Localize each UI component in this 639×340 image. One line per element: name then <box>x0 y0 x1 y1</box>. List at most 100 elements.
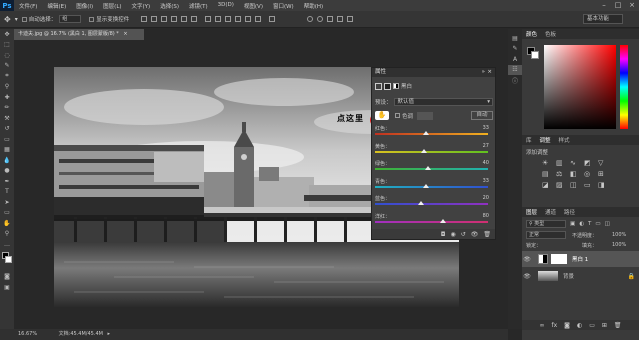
tab-channels[interactable]: 通道 <box>541 208 560 216</box>
opacity-value[interactable]: 100% <box>612 232 626 238</box>
tab-paths[interactable]: 路径 <box>560 208 579 216</box>
align-hcenter-icon[interactable] <box>181 16 188 22</box>
auto-align-icon[interactable] <box>269 16 276 22</box>
view-previous-icon[interactable]: ◉ <box>450 231 455 238</box>
brightness-icon[interactable]: ☀ <box>542 159 553 167</box>
move-tool-icon[interactable]: ✥ <box>0 29 14 40</box>
pen-tool-icon[interactable]: ✒ <box>0 176 14 187</box>
slider-track[interactable] <box>375 203 488 205</box>
move-tool-icon[interactable]: ✥ <box>4 15 11 24</box>
menu-item[interactable]: 窗口(W) <box>268 2 299 10</box>
slider-knob[interactable] <box>422 131 429 135</box>
preset-dropdown[interactable]: 默认值 ▾ <box>393 98 493 106</box>
distribute-bottom-icon[interactable] <box>225 16 232 22</box>
distribute-top-icon[interactable] <box>205 16 212 22</box>
slider-row[interactable]: 黄色： 27 <box>375 143 493 157</box>
blur-tool-icon[interactable]: 💧 <box>0 155 14 166</box>
posterize-icon[interactable]: ▨ <box>556 181 567 189</box>
layer-kind-filter[interactable]: ⚲ 类型 <box>526 220 566 228</box>
bw-icon[interactable]: ◧ <box>570 170 581 178</box>
history-panel-icon[interactable]: ▤ <box>508 33 522 44</box>
reset-icon[interactable]: ↺ <box>461 231 466 238</box>
targeted-adjust-hand-icon[interactable]: ✋ <box>375 111 389 120</box>
minimize-icon[interactable]: – <box>597 0 611 11</box>
new-layer-icon[interactable]: ⊞ <box>602 322 607 329</box>
align-left-icon[interactable] <box>171 16 178 22</box>
visibility-icon[interactable]: 👁 <box>522 256 532 263</box>
slider-row[interactable]: 绿色： 40 <box>375 160 493 174</box>
3d-rotate-icon[interactable] <box>307 16 314 22</box>
slider-knob[interactable] <box>422 183 429 188</box>
type-tool-icon[interactable]: T <box>0 187 14 198</box>
info-arrow-icon[interactable]: ▸ <box>108 331 111 337</box>
distribute-left-icon[interactable] <box>235 16 242 22</box>
menu-item[interactable]: 文字(Y) <box>127 2 156 10</box>
trash-icon[interactable]: 🗑 <box>483 231 491 238</box>
slider-row[interactable]: 青色： 33 <box>375 178 493 192</box>
slider-value[interactable]: 33 <box>483 178 489 184</box>
align-vcenter-icon[interactable] <box>151 16 158 22</box>
more-tools-icon[interactable]: … <box>0 239 14 250</box>
properties-panel-icon[interactable]: ☷ <box>508 64 522 75</box>
slider-track[interactable] <box>375 133 488 135</box>
add-mask-icon[interactable]: ◙ <box>564 322 570 329</box>
hue-slider[interactable] <box>620 45 628 129</box>
3d-slide-icon[interactable] <box>337 16 344 22</box>
fx-icon[interactable]: fx <box>551 322 557 329</box>
slider-value[interactable]: 80 <box>483 213 489 219</box>
slider-track[interactable] <box>375 220 488 223</box>
filter-shape-icon[interactable]: ▭ <box>595 221 600 227</box>
path-select-icon[interactable]: ➤ <box>0 197 14 208</box>
tab-libraries[interactable]: 库 <box>522 136 536 144</box>
brush-panel-icon[interactable]: ✎ <box>508 44 522 55</box>
menu-item[interactable]: 选择(S) <box>155 2 184 10</box>
menu-item[interactable]: 帮助(H) <box>299 2 328 10</box>
transform-controls-checkbox[interactable] <box>89 16 95 22</box>
3d-scale-icon[interactable] <box>347 16 354 22</box>
maximize-icon[interactable]: □ <box>611 0 625 11</box>
tint-checkbox[interactable] <box>395 113 400 118</box>
info-panel-icon[interactable]: ⓘ <box>508 75 522 86</box>
mask-thumbnail[interactable] <box>551 254 567 264</box>
distribute-hcenter-icon[interactable] <box>245 16 252 22</box>
selective-color-icon[interactable]: ◨ <box>598 181 609 189</box>
auto-select-dropdown[interactable]: 组 <box>59 15 82 23</box>
layer-row[interactable]: 👁 黑白 1 <box>522 251 639 267</box>
distribute-right-icon[interactable] <box>255 16 262 22</box>
tab-close-icon[interactable]: × <box>123 31 127 37</box>
eyedropper-tool-icon[interactable]: ⚲ <box>0 82 14 93</box>
eraser-tool-icon[interactable]: ▭ <box>0 134 14 145</box>
quick-select-tool-icon[interactable]: ✎ <box>0 61 14 72</box>
hand-tool-icon[interactable]: ✋ <box>0 218 14 229</box>
character-panel-icon[interactable]: A <box>508 54 522 65</box>
slider-value[interactable]: 40 <box>483 160 489 166</box>
slider-value[interactable]: 20 <box>483 195 489 201</box>
filter-type-icon[interactable]: T <box>588 221 591 227</box>
auto-button[interactable]: 自动 <box>471 111 493 120</box>
mask-icon[interactable] <box>384 82 391 90</box>
curves-icon[interactable]: ∿ <box>570 159 581 167</box>
document-tab[interactable]: 卡迪夫.jpg @ 16.7% (黑白 1, 图层蒙版/8) * × <box>14 29 144 40</box>
close-panel-icon[interactable]: × <box>487 68 492 77</box>
screen-mode-icon[interactable]: ▣ <box>0 282 14 293</box>
bg-color-swatch[interactable] <box>531 51 539 59</box>
filter-pixel-icon[interactable]: ▣ <box>570 221 575 227</box>
3d-pan-icon[interactable] <box>327 16 334 22</box>
tool-preset-chevron-icon[interactable]: ▾ <box>15 16 18 23</box>
clone-stamp-icon[interactable]: ⚒ <box>0 113 14 124</box>
align-top-icon[interactable] <box>141 16 148 22</box>
slider-row[interactable]: 洋红： 80 <box>375 213 493 227</box>
filter-adjust-icon[interactable]: ◐ <box>579 221 584 227</box>
menu-item[interactable]: 图层(L) <box>98 2 126 10</box>
adjustment-icon[interactable] <box>375 82 382 90</box>
tab-adjustments[interactable]: 调整 <box>536 136 555 144</box>
zoom-tool-icon[interactable]: ⚲ <box>0 229 14 240</box>
auto-select-checkbox[interactable] <box>21 16 27 22</box>
slider-track[interactable] <box>375 168 488 170</box>
fill-value[interactable]: 100% <box>612 242 626 248</box>
background-color[interactable] <box>5 255 12 263</box>
tint-swatch[interactable] <box>417 111 434 120</box>
close-icon[interactable]: × <box>625 0 639 11</box>
zoom-level[interactable]: 16.67% <box>18 331 37 337</box>
brush-tool-icon[interactable]: ✏ <box>0 103 14 114</box>
